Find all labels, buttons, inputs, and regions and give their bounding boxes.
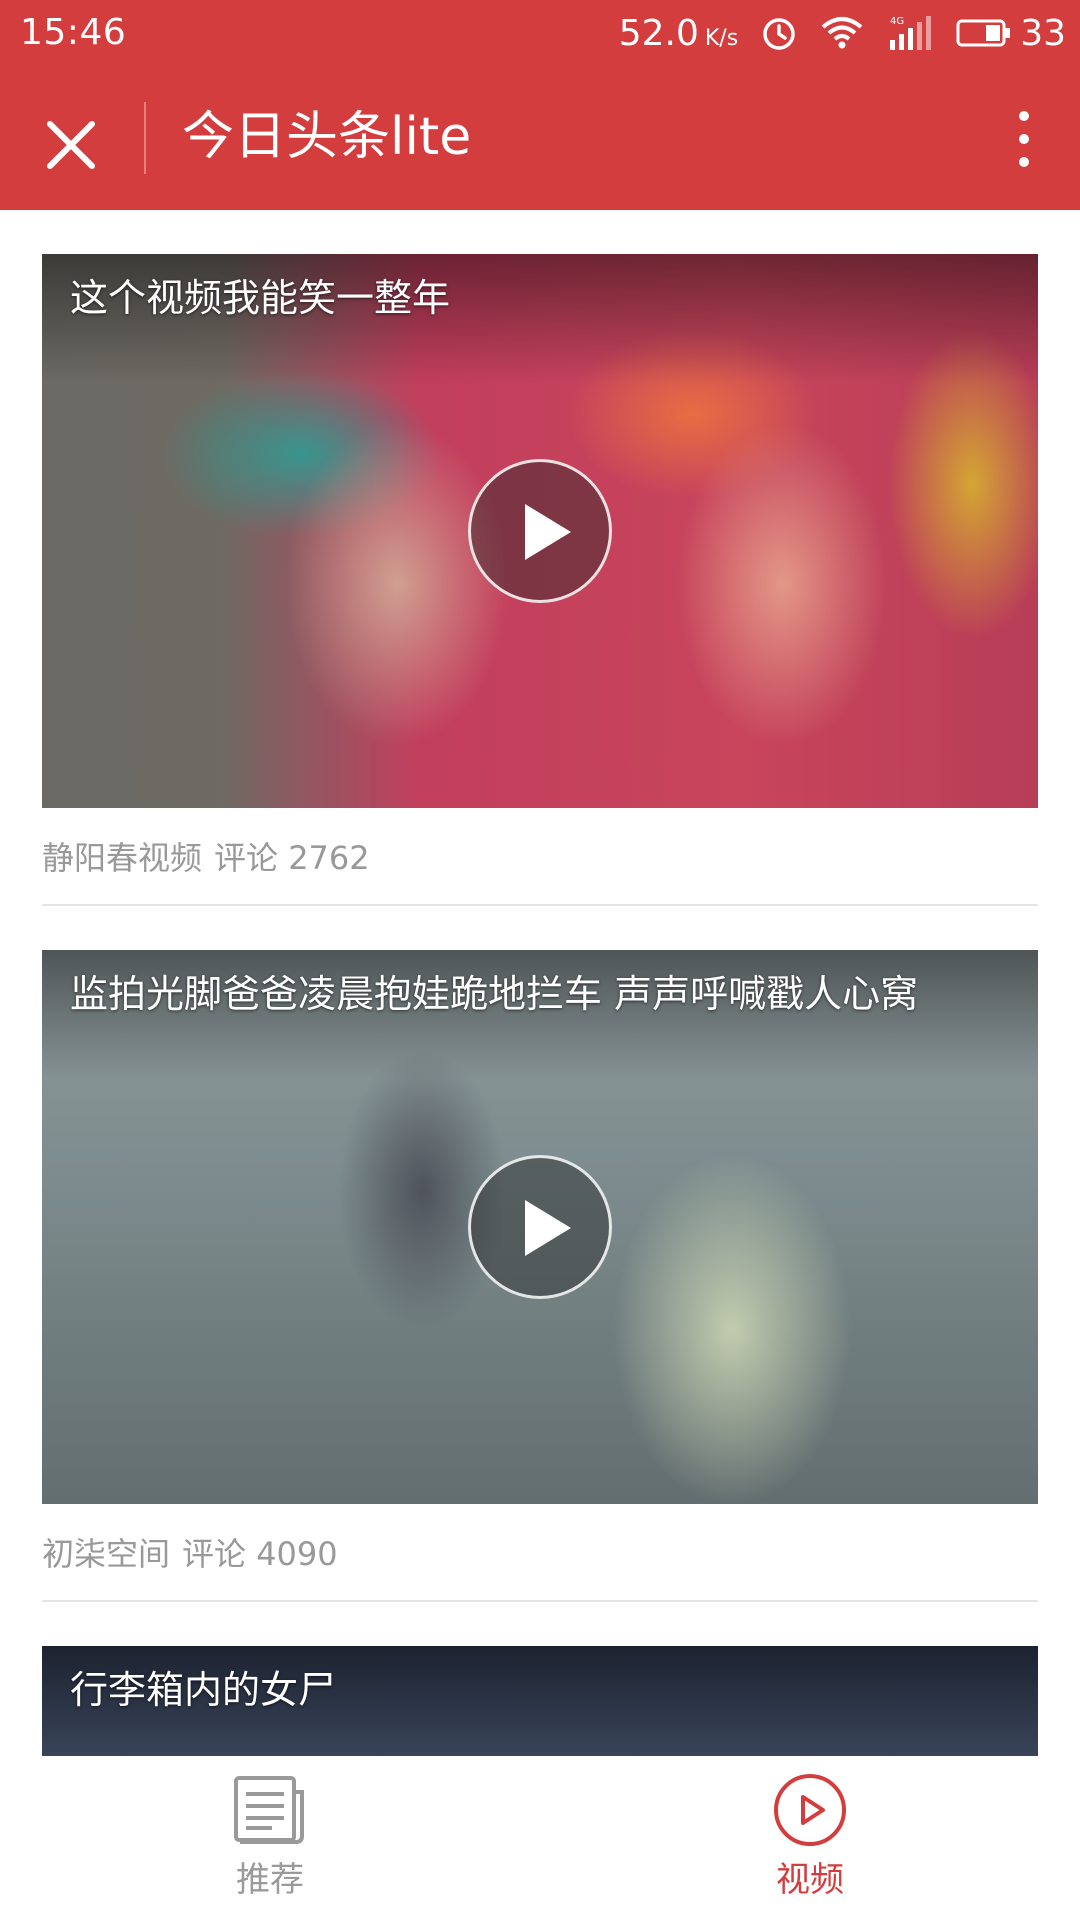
video-card[interactable]: 这个视频我能笑一整年 静阳春视频 评论 2762 [42,254,1038,906]
comment-count: 评论 4090 [182,1535,338,1573]
video-title: 监拍光脚爸爸凌晨抱娃跪地拦车 声声呼喊戳人心窝 [70,972,919,1016]
play-circle-icon [710,1770,910,1850]
status-bar: 15:46 52.0 K/s 4G 33 [0,0,1080,66]
divider [42,1600,1038,1602]
alarm-icon [760,14,798,52]
video-source[interactable]: 初柒空间 [42,1535,170,1573]
battery-icon [956,19,1011,47]
play-icon [525,1200,571,1256]
video-feed: 这个视频我能笑一整年 静阳春视频 评论 2762 监拍光脚爸爸凌晨抱娃跪地拦车 声… [0,210,1080,1756]
video-title: 这个视频我能笑一整年 [70,276,451,320]
battery-level: 33 [1020,12,1066,54]
battery-indicator: 33 [956,13,1066,54]
newspaper-icon [170,1770,370,1850]
network-speed-value: 52.0 [618,12,699,54]
video-meta: 静阳春视频 评论 2762 [42,836,1038,880]
cellular-signal-icon: 4G [886,14,934,52]
comment-count: 评论 2762 [214,839,370,877]
video-thumbnail[interactable]: 这个视频我能笑一整年 [42,254,1038,808]
tab-video[interactable]: 视频 [710,1770,910,1910]
close-icon [47,121,95,169]
video-card[interactable]: 监拍光脚爸爸凌晨抱娃跪地拦车 声声呼喊戳人心窝 初柒空间 评论 4090 [42,950,1038,1602]
divider [42,904,1038,906]
play-icon [525,504,571,560]
video-thumbnail[interactable]: 行李箱内的女尸 [42,1646,1038,1756]
network-speed-unit: K/s [704,25,739,51]
app-header: 今日头条lite [0,66,1080,210]
tab-label: 视频 [776,1860,844,1900]
page-title: 今日头条lite [182,107,472,167]
header-divider [144,102,146,174]
network-type-label: 4G [890,16,904,27]
wifi-icon [820,15,864,51]
video-card[interactable]: 行李箱内的女尸 [42,1646,1038,1756]
play-button[interactable] [468,1155,612,1299]
network-speed: 52.0 K/s [619,13,738,54]
app-screen: 15:46 52.0 K/s 4G 33 今日头条lite 这个视频我能笑一整年… [0,0,1080,1920]
more-vertical-icon [1019,111,1029,167]
video-title: 行李箱内的女尸 [70,1668,337,1712]
video-meta: 初柒空间 评论 4090 [42,1532,1038,1576]
play-button[interactable] [468,459,612,603]
close-button[interactable] [36,110,106,180]
video-source[interactable]: 静阳春视频 [42,839,202,877]
status-time: 15:46 [20,12,127,53]
more-options-button[interactable] [1004,106,1044,172]
tab-label: 推荐 [236,1860,304,1900]
video-thumbnail[interactable]: 监拍光脚爸爸凌晨抱娃跪地拦车 声声呼喊戳人心窝 [42,950,1038,1504]
tab-recommend[interactable]: 推荐 [170,1770,370,1910]
bottom-tab-bar: 推荐 视频 [0,1756,1080,1920]
status-indicators: 52.0 K/s 4G 33 [619,10,1066,56]
